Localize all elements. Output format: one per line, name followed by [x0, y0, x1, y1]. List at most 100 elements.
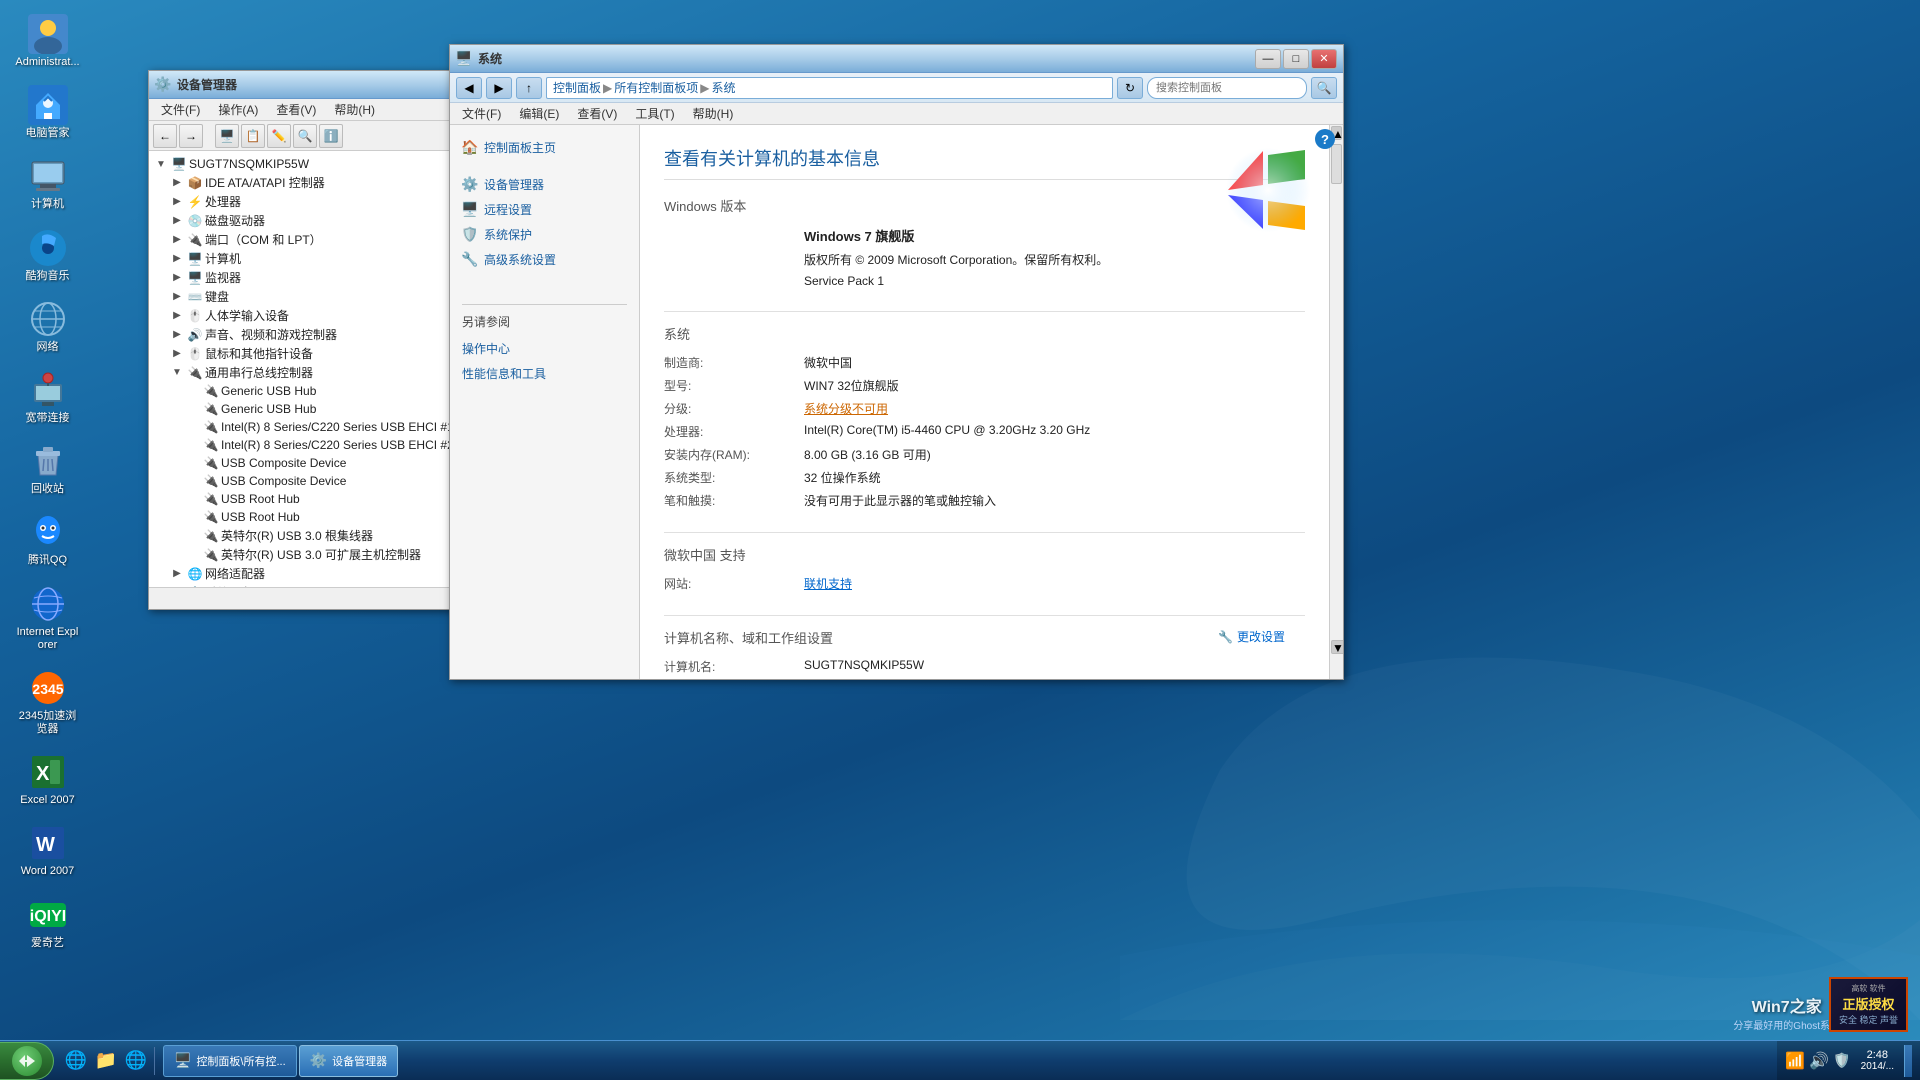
- intel-usb30-host-icon: 🔌: [203, 547, 219, 563]
- desktop-icon-computer-manager[interactable]: 电脑管家: [10, 81, 85, 144]
- desktop-icon-recycle[interactable]: 回收站: [10, 437, 85, 500]
- search-input[interactable]: [1147, 77, 1307, 99]
- tray-security-icon[interactable]: 🛡️: [1833, 1052, 1850, 1069]
- menu-file[interactable]: 文件(F): [153, 99, 208, 120]
- sidebar-action-center[interactable]: 操作中心: [450, 336, 639, 361]
- cp-menu-tools[interactable]: 工具(T): [627, 103, 682, 124]
- toolbar-btn2[interactable]: 📋: [241, 124, 265, 148]
- tree-usb-label: 通用串行总线控制器: [205, 364, 313, 381]
- change-settings-label: 更改设置: [1237, 628, 1285, 645]
- search-button[interactable]: 🔍: [1311, 77, 1337, 99]
- disk-icon: 💿: [187, 213, 203, 229]
- start-button[interactable]: [0, 1042, 54, 1080]
- scroll-down-button[interactable]: ▼: [1331, 640, 1343, 654]
- quicklaunch-ie2[interactable]: 🌐: [122, 1047, 150, 1075]
- sidebar-advanced-settings[interactable]: 🔧 高级系统设置: [450, 247, 639, 272]
- rating-value[interactable]: 系统分级不可用: [804, 400, 1305, 417]
- tray-network-icon[interactable]: 📶: [1785, 1051, 1805, 1071]
- help-icon[interactable]: ?: [1315, 129, 1329, 149]
- nav-up-button[interactable]: ↑: [516, 77, 542, 99]
- manufacturer-row: 制造商: 微软中国: [664, 351, 1305, 374]
- breadcrumb: 控制面板 ▶ 所有控制面板项 ▶ 系统: [553, 79, 736, 96]
- desktop-icon-music[interactable]: 酷狗音乐: [10, 224, 85, 287]
- nav-forward-button[interactable]: ▶: [486, 77, 512, 99]
- cp-minimize-button[interactable]: —: [1255, 49, 1281, 69]
- show-desktop-button[interactable]: [1904, 1045, 1912, 1077]
- sidebar-device-manager[interactable]: ⚙️ 设备管理器: [450, 172, 639, 197]
- computer-tree-icon: 🖥️: [187, 251, 203, 267]
- desktop-icon-qq[interactable]: 腾讯QQ: [10, 508, 85, 571]
- desktop-icon-broadband-label: 宽带连接: [26, 412, 70, 425]
- sidebar-system-protection[interactable]: 🛡️ 系统保护: [450, 222, 639, 247]
- menu-view[interactable]: 查看(V): [268, 99, 324, 120]
- cp-menu-edit[interactable]: 编辑(E): [511, 103, 567, 124]
- toolbar-forward[interactable]: →: [179, 124, 203, 148]
- sidebar-performance-tools[interactable]: 性能信息和工具: [450, 361, 639, 386]
- taskbar-item-device-manager[interactable]: ⚙️ 设备管理器: [299, 1045, 398, 1077]
- quicklaunch-ie[interactable]: 🌐: [62, 1047, 90, 1075]
- sidebar-see-also-section: 另请参阅 操作中心 性能信息和工具: [450, 311, 639, 386]
- control-panel-titlebar[interactable]: 🖥️ 系统 — □ ✕: [450, 45, 1343, 73]
- tree-usb-comp2-label: USB Composite Device: [221, 474, 346, 488]
- toolbar-btn3[interactable]: ✏️: [267, 124, 291, 148]
- taskbar-clock[interactable]: 2:48 2014/...: [1855, 1049, 1900, 1072]
- sidebar-protection-icon: 🛡️: [462, 227, 478, 243]
- ram-label: 安装内存(RAM):: [664, 446, 804, 463]
- mouse-icon: 🖱️: [187, 346, 203, 362]
- toolbar-back[interactable]: ←: [153, 124, 177, 148]
- tree-mouse-label: 鼠标和其他指针设备: [205, 345, 313, 362]
- tree-computer-label: 计算机: [205, 250, 241, 267]
- sp-value: Service Pack 1: [804, 274, 1305, 288]
- usb-hub2-icon: 🔌: [203, 401, 219, 417]
- desktop-icon-ie-label: Internet Explorer: [14, 626, 81, 652]
- desktop-icon-browser2345[interactable]: 2345 2345加速浏览器: [10, 664, 85, 740]
- vertical-scrollbar[interactable]: ▲ ▼: [1329, 125, 1343, 679]
- breadcrumb-control-panel[interactable]: 控制面板: [553, 79, 601, 96]
- toolbar-btn5[interactable]: ℹ️: [319, 124, 343, 148]
- website-value[interactable]: 联机支持: [804, 575, 1305, 592]
- cp-maximize-button[interactable]: □: [1283, 49, 1309, 69]
- tree-intel-usb30-host-label: 英特尔(R) USB 3.0 可扩展主机控制器: [221, 546, 421, 563]
- cp-menu-view[interactable]: 查看(V): [569, 103, 625, 124]
- address-field[interactable]: 控制面板 ▶ 所有控制面板项 ▶ 系统: [546, 77, 1113, 99]
- computer-name-row: 计算机名: SUGT7NSQMKIP55W: [664, 655, 1305, 678]
- website-row: 网站: 联机支持: [664, 572, 1305, 595]
- toolbar-btn1[interactable]: 🖥️: [215, 124, 239, 148]
- ports-icon: 🔌: [187, 232, 203, 248]
- clock-date: 2014/...: [1861, 1061, 1894, 1072]
- control-panel-window-icon: 🖥️: [456, 51, 472, 67]
- sidebar-home-label: 控制面板主页: [484, 139, 556, 156]
- breadcrumb-system[interactable]: 系统: [712, 79, 736, 96]
- desktop-icon-excel[interactable]: X Excel 2007: [10, 748, 85, 811]
- taskbar-item-control-panel[interactable]: 🖥️ 控制面板\所有控...: [163, 1045, 297, 1077]
- sidebar-device-manager-icon: ⚙️: [462, 177, 478, 193]
- desktop-icon-network[interactable]: 网络: [10, 295, 85, 358]
- svg-text:2345: 2345: [32, 681, 63, 697]
- tree-usb-hub1-label: Generic USB Hub: [221, 384, 316, 398]
- sidebar-control-panel-home[interactable]: 🏠 控制面板主页: [450, 135, 639, 160]
- breadcrumb-all-items[interactable]: 所有控制面板项: [614, 79, 698, 96]
- desktop-icon-ie[interactable]: Internet Explorer: [10, 580, 85, 656]
- tray-volume-icon[interactable]: 🔊: [1809, 1051, 1829, 1071]
- quicklaunch-explorer[interactable]: 📁: [92, 1047, 120, 1075]
- desktop-icon-word[interactable]: W Word 2007: [10, 819, 85, 882]
- toolbar-btn4[interactable]: 🔍: [293, 124, 317, 148]
- change-settings-link[interactable]: 🔧 更改设置: [1218, 628, 1285, 645]
- menu-action[interactable]: 操作(A): [210, 99, 266, 120]
- system-type-label: 系统类型:: [664, 469, 804, 486]
- cp-menu-help[interactable]: 帮助(H): [685, 103, 742, 124]
- vendor-label: 高软 软件: [1839, 983, 1898, 994]
- cp-close-button[interactable]: ✕: [1311, 49, 1337, 69]
- desktop-icon-my-computer[interactable]: 计算机: [10, 152, 85, 215]
- control-panel-title: 系统: [478, 50, 1255, 67]
- refresh-button[interactable]: ↻: [1117, 77, 1143, 99]
- nav-back-button[interactable]: ◀: [456, 77, 482, 99]
- desktop-icon-recycle-label: 回收站: [31, 483, 64, 496]
- cp-menu-file[interactable]: 文件(F): [454, 103, 509, 124]
- desktop-icon-administrator[interactable]: Administrat...: [10, 10, 85, 73]
- sidebar-remote-settings[interactable]: 🖥️ 远程设置: [450, 197, 639, 222]
- menu-help[interactable]: 帮助(H): [326, 99, 383, 120]
- scroll-thumb[interactable]: [1331, 144, 1342, 184]
- desktop-icon-iqiyi[interactable]: iQIYI 爱奇艺: [10, 891, 85, 954]
- desktop-icon-broadband[interactable]: 宽带连接: [10, 366, 85, 429]
